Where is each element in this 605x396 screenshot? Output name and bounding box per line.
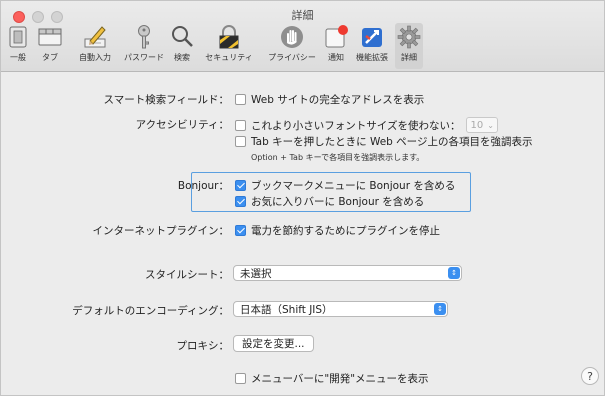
- help-button[interactable]: ?: [581, 367, 599, 385]
- bonjour-bookmarks-option[interactable]: ブックマークメニューに Bonjour を含める: [235, 178, 455, 193]
- autofill-pencil-icon: [84, 26, 106, 48]
- option-tab-hint: Option + Tab キーで各項目を強調表示します。: [251, 153, 425, 162]
- toolbar-item-autofill[interactable]: 自動入力: [73, 23, 117, 69]
- encoding-value: 日本語（Shift JIS）: [240, 303, 333, 316]
- toolbar-label: パスワード: [124, 53, 164, 62]
- tabs-icon: [38, 28, 62, 46]
- plugins-label: インターネットプラグイン：: [92, 225, 230, 237]
- bonjour-label: Bonjour：: [177, 180, 229, 192]
- proxy-label: プロキシ：: [176, 340, 230, 352]
- bonjour-bookmarks-checkbox[interactable]: [235, 180, 246, 191]
- toolbar-label: タブ: [42, 53, 58, 62]
- stylesheet-value: 未選択: [240, 267, 272, 280]
- toolbar-label: プライバシー: [268, 53, 316, 62]
- window-title: 詳細: [291, 9, 314, 22]
- min-font-size-value: 10: [470, 119, 484, 131]
- stop-plugins-text: 電力を節約するためにプラグインを停止: [251, 225, 440, 237]
- min-font-size-checkbox[interactable]: [235, 119, 246, 131]
- bonjour-favorites-option[interactable]: お気に入りバーに Bonjour を含める: [235, 194, 424, 209]
- stylesheet-popup[interactable]: 未選択 ↕: [233, 265, 462, 281]
- toolbar-label: 検索: [174, 53, 190, 62]
- tab-highlight-text: Tab キーを押したときに Web ページ上の各項目を強調表示: [251, 136, 533, 148]
- smart-search-label: スマート検索フィールド：: [103, 94, 229, 106]
- hand-icon: [281, 26, 303, 48]
- toolbar-item-search[interactable]: 検索: [169, 23, 195, 69]
- bonjour-favorites-checkbox[interactable]: [235, 196, 246, 207]
- toolbar-item-tabs[interactable]: タブ: [35, 23, 65, 69]
- notification-icon: [325, 25, 348, 48]
- tab-highlight-option[interactable]: Tab キーを押したときに Web ページ上の各項目を強調表示: [235, 134, 532, 149]
- gear-icon: [397, 25, 421, 49]
- toolbar-label: セキュリティ: [205, 53, 253, 62]
- tab-highlight-checkbox[interactable]: [235, 136, 246, 147]
- toolbar-item-privacy[interactable]: プライバシー: [263, 23, 321, 69]
- encoding-label: デフォルトのエンコーディング：: [72, 305, 229, 317]
- toolbar-label: 通知: [328, 53, 344, 62]
- advanced-pane: スマート検索フィールド： Web サイトの完全なアドレスを表示 アクセシビリティ…: [1, 72, 604, 395]
- magnifier-icon: [172, 26, 193, 47]
- develop-menu-checkbox[interactable]: [235, 373, 246, 384]
- stylesheet-label: スタイルシート：: [145, 269, 229, 281]
- toolbar-item-passwords[interactable]: パスワード: [119, 23, 169, 69]
- min-font-size-text: これより小さいフォントサイズを使わない：: [251, 119, 461, 132]
- bonjour-favorites-text: お気に入りバーに Bonjour を含める: [251, 196, 425, 208]
- accessibility-label: アクセシビリティ：: [135, 119, 229, 131]
- preferences-window: 詳細 一般 タブ 自動入力 パスワード 検索 セキュリティ プライバシー 通知 …: [0, 0, 605, 396]
- key-icon: [138, 25, 150, 49]
- encoding-popup[interactable]: 日本語（Shift JIS） ↕: [233, 301, 448, 317]
- lock-icon: [219, 25, 239, 49]
- popup-arrows-icon: ↕: [434, 303, 446, 315]
- toolbar-item-notifications[interactable]: 通知: [323, 23, 349, 69]
- full-address-text: Web サイトの完全なアドレスを表示: [251, 94, 425, 106]
- min-font-size-select[interactable]: 10 ⌄: [466, 117, 498, 133]
- general-switch-icon: [9, 26, 27, 48]
- full-address-checkbox[interactable]: [235, 94, 246, 105]
- toolbar-item-general[interactable]: 一般: [5, 23, 31, 69]
- toolbar-label: 詳細: [401, 53, 417, 62]
- develop-menu-text: メニューバーに"開発"メニューを表示: [251, 373, 429, 385]
- change-settings-button[interactable]: 設定を変更...: [233, 335, 314, 352]
- extensions-icon: [362, 28, 382, 47]
- toolbar-item-advanced[interactable]: 詳細: [395, 23, 423, 69]
- toolbar-item-extensions[interactable]: 機能拡張: [353, 23, 391, 69]
- develop-menu-option[interactable]: メニューバーに"開発"メニューを表示: [235, 371, 429, 386]
- toolbar-item-security[interactable]: セキュリティ: [199, 23, 259, 69]
- stop-plugins-checkbox[interactable]: [235, 225, 246, 236]
- min-font-size-option[interactable]: これより小さいフォントサイズを使わない： 10 ⌄: [235, 117, 498, 133]
- stop-plugins-option[interactable]: 電力を節約するためにプラグインを停止: [235, 223, 440, 238]
- toolbar-label: 自動入力: [79, 53, 111, 62]
- bonjour-bookmarks-text: ブックマークメニューに Bonjour を含める: [251, 180, 456, 192]
- toolbar: 詳細 一般 タブ 自動入力 パスワード 検索 セキュリティ プライバシー 通知 …: [1, 1, 604, 72]
- toolbar-label: 一般: [10, 53, 26, 62]
- toolbar-label: 機能拡張: [356, 53, 388, 62]
- full-address-option[interactable]: Web サイトの完全なアドレスを表示: [235, 92, 424, 107]
- popup-arrows-icon: ↕: [448, 267, 460, 279]
- chevron-down-icon: ⌄: [487, 120, 494, 130]
